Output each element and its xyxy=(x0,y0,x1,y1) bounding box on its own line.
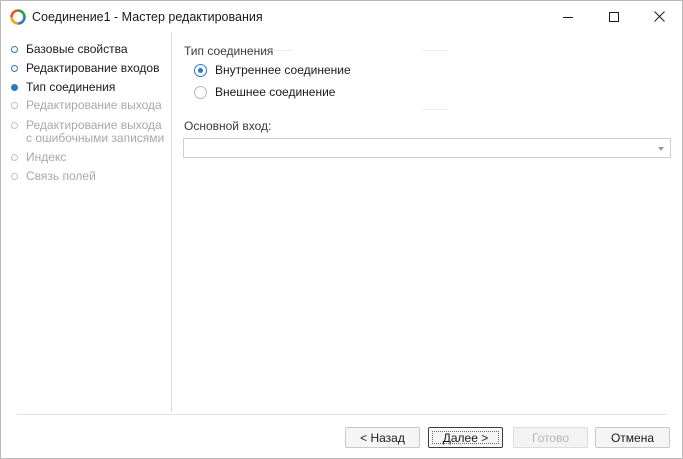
minimize-button[interactable] xyxy=(545,1,591,32)
radio-button-icon xyxy=(194,63,207,77)
footer-divider xyxy=(17,414,667,415)
step-field-mapping: Связь полей xyxy=(11,170,96,183)
radio-outer-join[interactable]: Внешнее соединение xyxy=(194,85,335,99)
close-button[interactable] xyxy=(636,1,682,32)
step-status-icon xyxy=(11,65,18,72)
chevron-down-icon xyxy=(658,147,664,151)
group-divider xyxy=(272,50,292,51)
main-input-select[interactable] xyxy=(183,138,671,158)
step-status-icon xyxy=(11,46,18,53)
title-bar: Соединение1 - Мастер редактирования xyxy=(1,1,682,32)
join-type-group-caption: Тип соединения xyxy=(184,44,274,58)
next-button[interactable]: Далее > xyxy=(428,427,503,448)
step-index: Индекс xyxy=(11,151,66,164)
finish-button: Готово xyxy=(513,427,588,448)
radio-button-icon xyxy=(194,85,207,99)
step-edit-inputs[interactable]: Редактирование входов xyxy=(11,62,159,75)
maximize-button[interactable] xyxy=(591,1,637,32)
maximize-icon xyxy=(609,11,619,22)
step-basic-properties[interactable]: Базовые свойства xyxy=(11,43,128,56)
step-status-icon xyxy=(11,84,18,91)
step-edit-output: Редактирование выхода xyxy=(11,99,162,112)
cancel-button[interactable]: Отмена xyxy=(595,427,670,448)
step-label: Редактирование выхода с ошибочными запис… xyxy=(26,118,165,145)
app-logo-icon xyxy=(10,9,26,25)
close-icon xyxy=(653,11,665,22)
step-label: Редактирование выхода xyxy=(26,98,162,112)
window-title: Соединение1 - Мастер редактирования xyxy=(32,10,263,24)
step-status-icon xyxy=(11,173,18,180)
step-edit-error-output: Редактирование выхода с ошибочными запис… xyxy=(11,119,166,145)
wizard-window: Соединение1 - Мастер редактирования Базо… xyxy=(0,0,683,459)
step-label: Индекс xyxy=(26,150,67,164)
step-status-icon xyxy=(11,154,18,161)
minimize-icon xyxy=(563,12,573,22)
wizard-steps-nav: Базовые свойства Редактирование входов Т… xyxy=(1,32,172,412)
page-content: Тип соединения Внутреннее соединение Вне… xyxy=(172,32,682,412)
radio-label: Внешнее соединение xyxy=(215,85,336,99)
step-label: Связь полей xyxy=(26,169,96,183)
step-label: Редактирование входов xyxy=(26,61,160,75)
group-divider xyxy=(422,109,448,110)
focus-rect xyxy=(432,431,499,444)
step-label: Базовые свойства xyxy=(26,42,128,56)
step-status-icon xyxy=(11,122,18,129)
back-button[interactable]: < Назад xyxy=(345,427,420,448)
main-input-label: Основной вход: xyxy=(184,119,272,133)
step-join-type[interactable]: Тип соединения xyxy=(11,81,115,94)
radio-inner-join[interactable]: Внутреннее соединение xyxy=(194,63,351,77)
step-status-icon xyxy=(11,102,18,109)
group-divider xyxy=(422,50,448,51)
step-label: Тип соединения xyxy=(26,80,116,94)
radio-label: Внутреннее соединение xyxy=(215,63,351,77)
